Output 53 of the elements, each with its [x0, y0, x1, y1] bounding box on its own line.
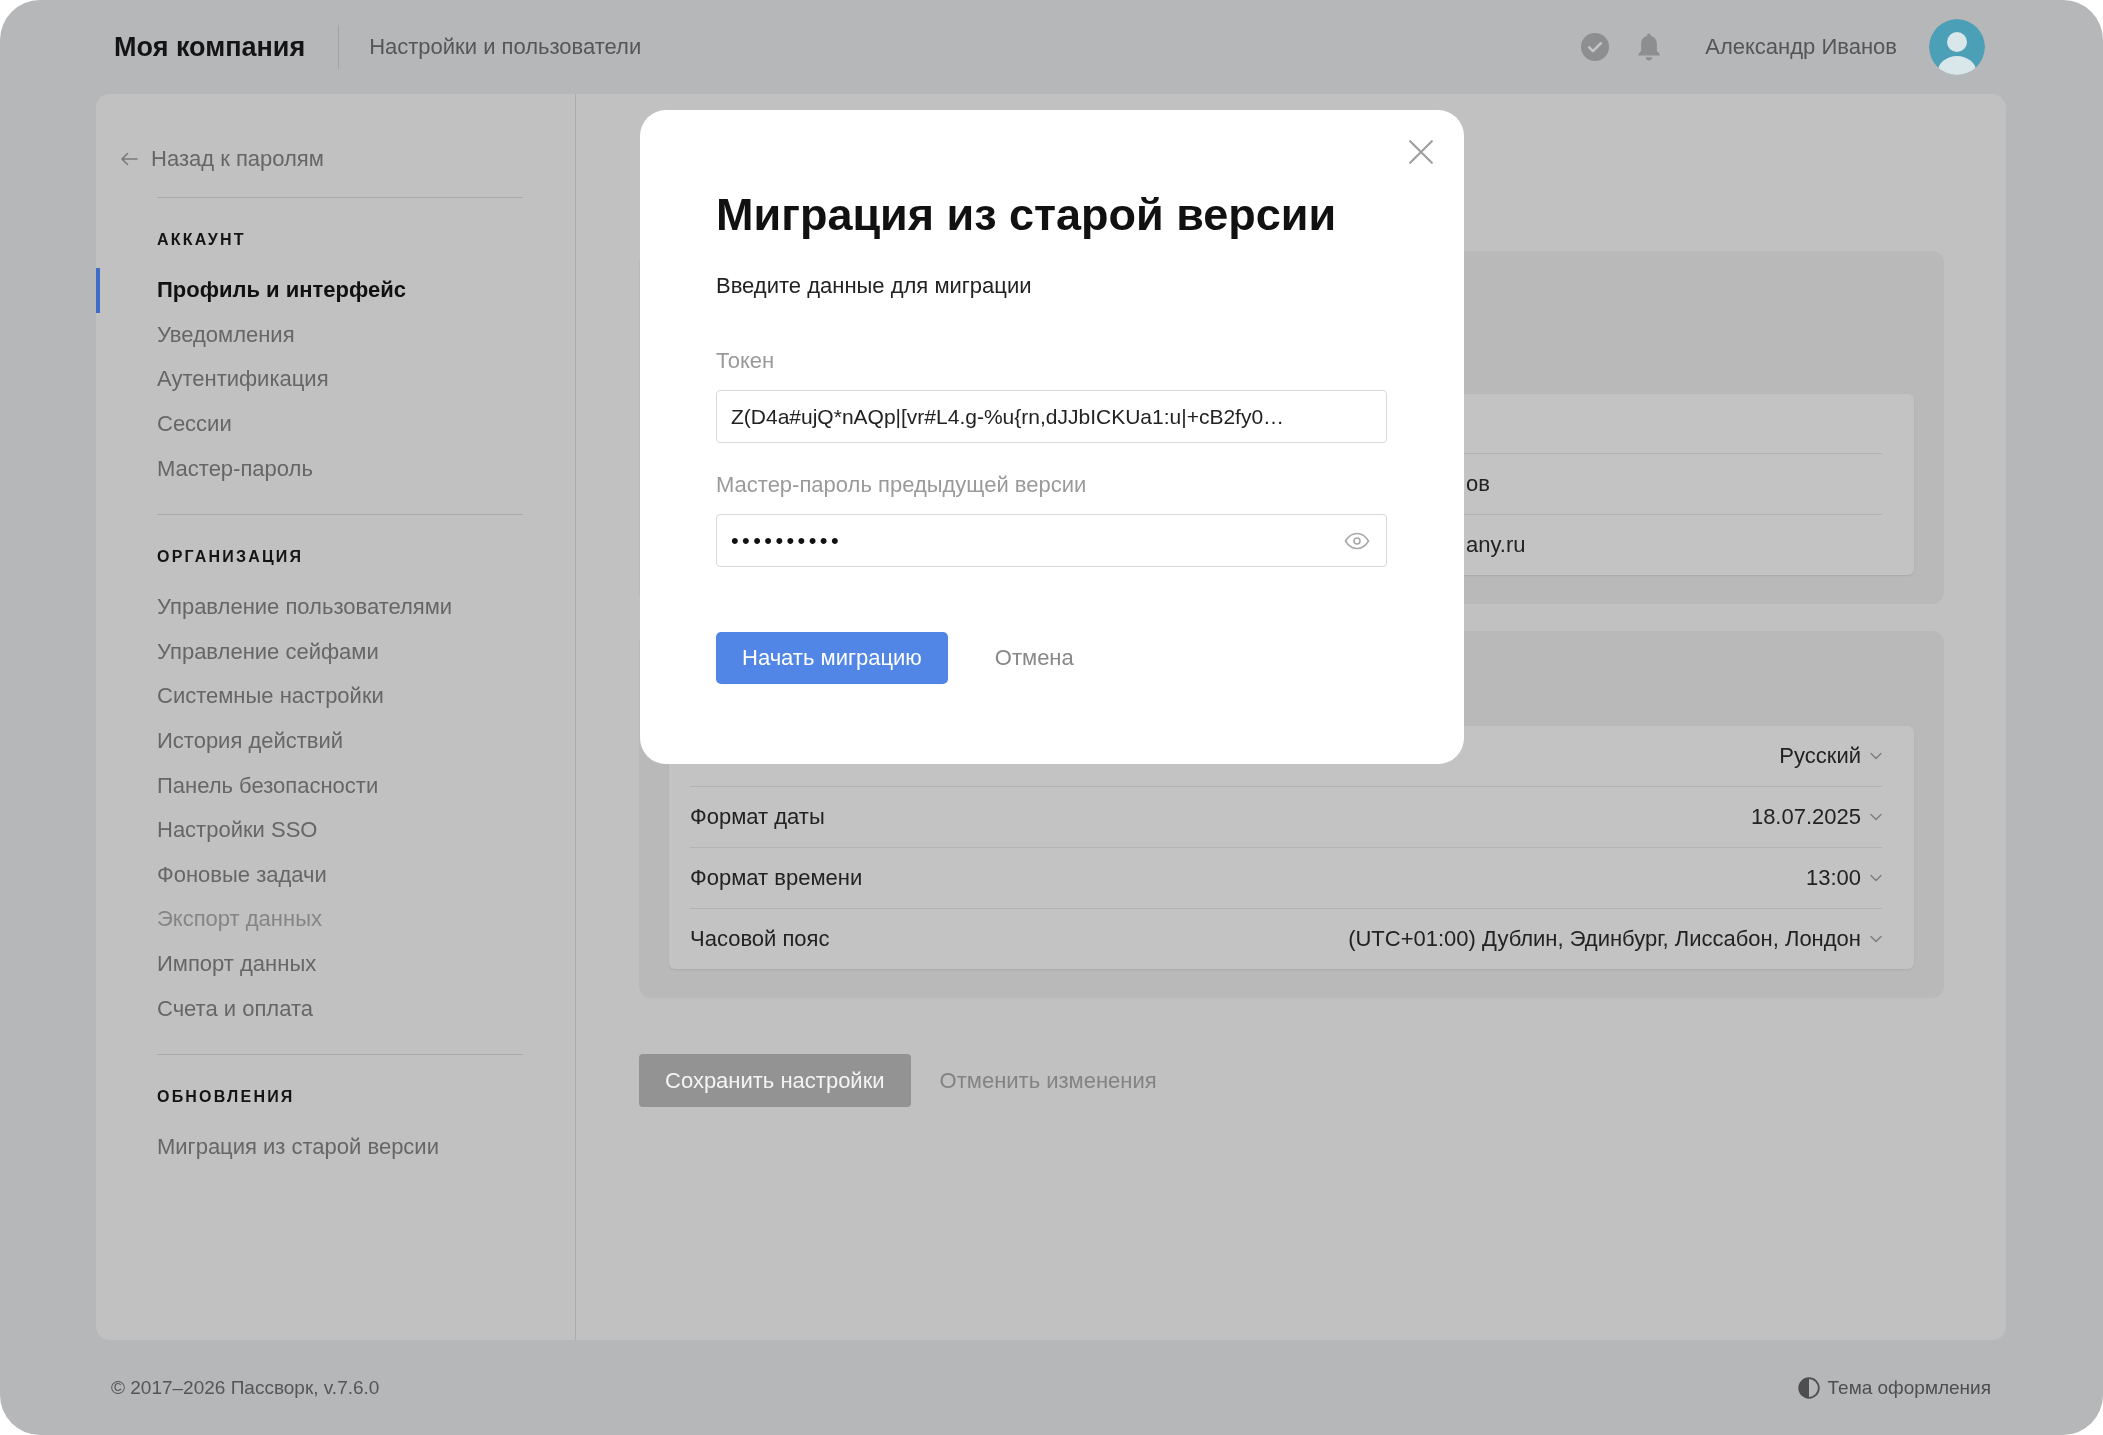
copyright-text: © 2017–2026 Пассворк, v.7.6.0	[111, 1376, 380, 1399]
field-value: any.ru	[1466, 532, 1526, 558]
check-circle-icon[interactable]	[1581, 33, 1610, 61]
user-name[interactable]: Александр Иванов	[1705, 34, 1897, 60]
avatar-icon[interactable]	[1929, 19, 1985, 75]
chevron-down-icon	[1870, 813, 1882, 821]
sidebar-section-heading: ОБНОВЛЕНИЯ	[157, 1086, 295, 1107]
setting-label: Часовой пояс	[690, 926, 830, 952]
page-section-title: Настройки и пользователи	[369, 34, 642, 60]
setting-dropdown[interactable]: (UTC+01:00) Дублин, Эдинбург, Лиссабон, Лондон	[1348, 926, 1882, 952]
contrast-icon	[1797, 1376, 1820, 1399]
chevron-down-icon	[1870, 874, 1882, 882]
theme-toggle-button[interactable]: Тема оформления	[1797, 1376, 1991, 1399]
token-field[interactable]: Z(D4a#ujQ*nAQp|[vr#L4.g-%u{rn,dJJbICKUa1:u|+cB2fy0…	[716, 390, 1387, 443]
bell-icon[interactable]	[1636, 33, 1663, 61]
start-migration-button[interactable]: Начать миграцию	[716, 632, 948, 684]
sidebar-item[interactable]: Фоновые задачи	[96, 852, 523, 898]
sidebar-item[interactable]: Системные настройки	[96, 674, 523, 719]
sidebar-section-heading: АККАУНТ	[157, 230, 246, 250]
company-name: Моя компания	[114, 31, 306, 63]
sidebar-item[interactable]: Уведомления	[96, 312, 523, 358]
back-link[interactable]: Назад к паролям	[120, 144, 324, 174]
sidebar-item[interactable]: Профиль и интерфейс	[96, 268, 523, 313]
field-label: Мастер-пароль предыдущей версии	[716, 471, 1088, 499]
setting-label: Формат времени	[690, 865, 863, 891]
eye-icon[interactable]	[1344, 531, 1370, 550]
dialog-subtitle: Введите данные для миграции	[716, 272, 1033, 300]
sidebar-item[interactable]: Счета и оплата	[96, 986, 523, 1031]
sidebar-item[interactable]: Настройки SSO	[96, 807, 523, 853]
chevron-down-icon	[1870, 752, 1882, 760]
setting-dropdown[interactable]: Русский	[1779, 743, 1882, 769]
close-icon	[1408, 139, 1434, 165]
sidebar-item[interactable]: Мастер-пароль	[96, 446, 523, 491]
sidebar-item[interactable]: История действий	[96, 718, 523, 764]
sidebar-item[interactable]: Импорт данных	[96, 941, 523, 987]
setting-dropdown[interactable]: 18.07.2025	[1750, 804, 1882, 830]
sidebar-section-heading: ОРГАНИЗАЦИЯ	[157, 546, 304, 567]
dialog-title: Миграция из старой версии	[716, 188, 1337, 242]
close-button[interactable]	[1408, 139, 1434, 165]
sidebar-item[interactable]: Миграция из старой версии	[96, 1124, 523, 1170]
arrow-left-icon	[120, 152, 138, 166]
password-field[interactable]: ••••••••••	[716, 514, 1387, 567]
setting-dropdown[interactable]: 13:00	[1805, 865, 1882, 891]
sidebar-item[interactable]: Управление пользователями	[96, 584, 523, 630]
sidebar-item[interactable]: Панель безопасности	[96, 763, 523, 808]
sidebar-item[interactable]: Сессии	[96, 401, 523, 447]
sidebar-item[interactable]: Аутентификация	[96, 357, 523, 402]
setting-label: Формат даты	[690, 804, 825, 830]
sidebar-item[interactable]: Управление сейфами	[96, 629, 523, 675]
chevron-down-icon	[1870, 935, 1882, 943]
cancel-link[interactable]: Отмена	[994, 645, 1074, 671]
field-label: Токен	[716, 347, 776, 375]
field-value: ов	[1466, 471, 1490, 497]
